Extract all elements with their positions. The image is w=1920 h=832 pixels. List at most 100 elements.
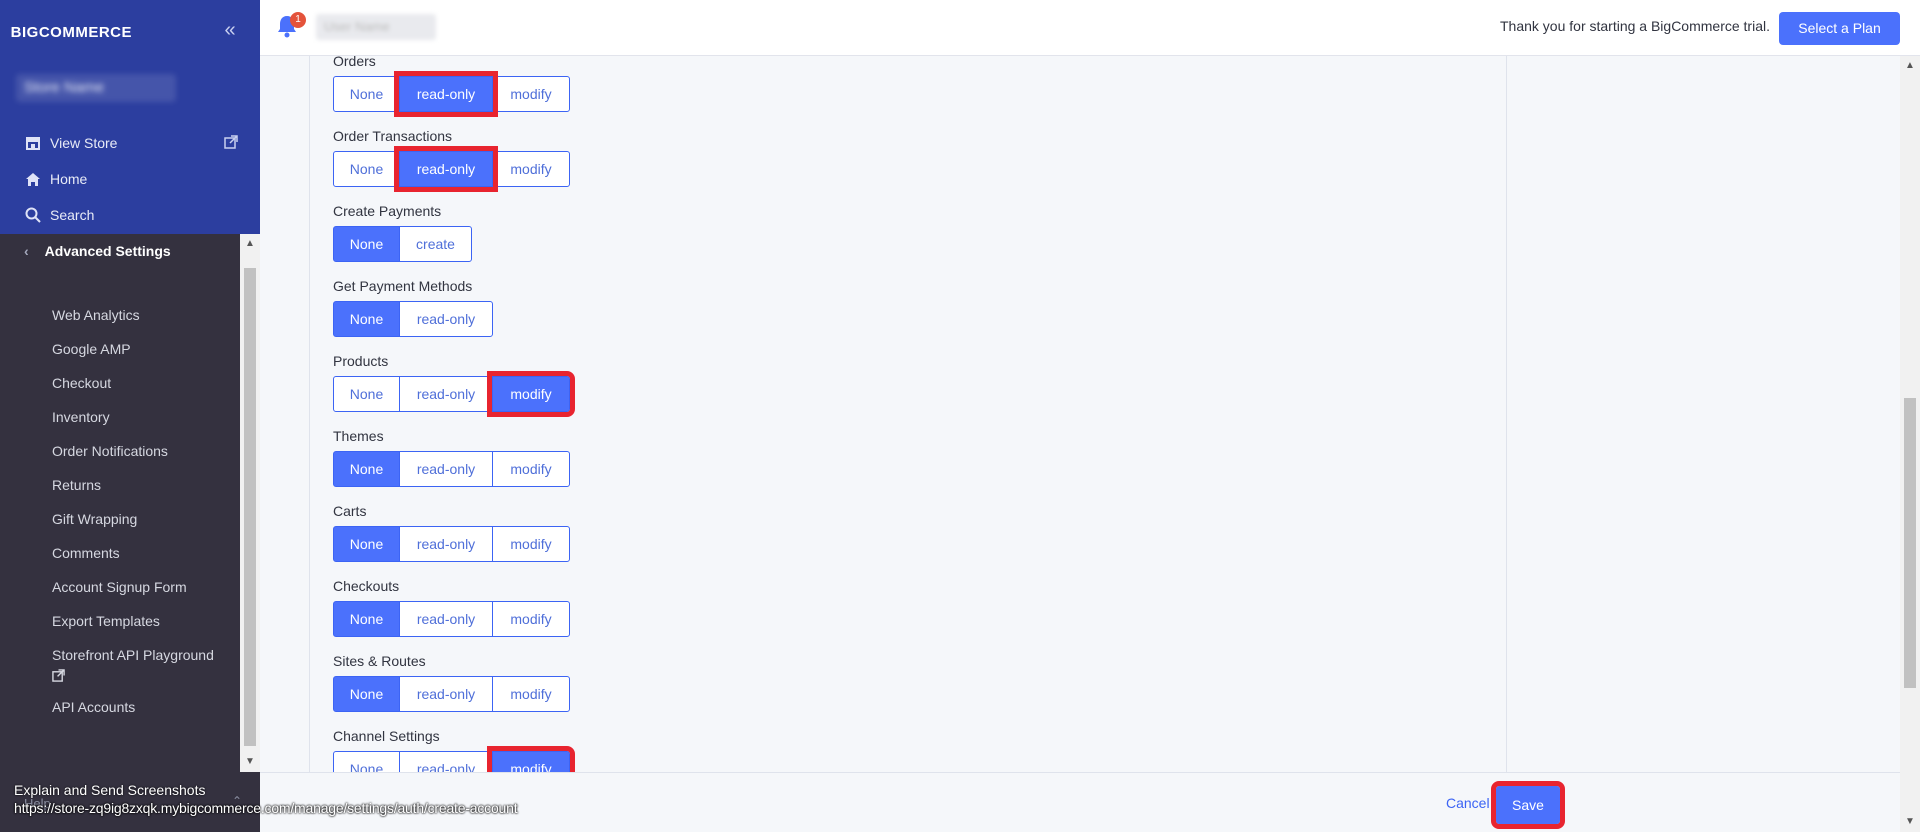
scrollbar-thumb[interactable] [244,268,256,746]
sidebar-item-gift-wrapping[interactable]: Gift Wrapping [52,510,242,528]
permission-options: None read-only modify [333,451,570,487]
option-none[interactable]: None [333,676,400,712]
permission-label: Carts [333,503,367,519]
permission-options: None read-only modify [333,371,575,417]
scroll-up-arrow-icon[interactable]: ▲ [1900,56,1920,76]
option-none[interactable]: None [333,226,400,262]
sidebar-item-comments[interactable]: Comments [52,544,242,562]
section-title: Advanced Settings [44,243,171,259]
option-read-only[interactable]: read-only [399,526,493,562]
permission-options: None create [333,226,472,262]
option-modify[interactable]: modify [492,151,570,187]
option-none[interactable]: None [333,301,400,337]
option-none[interactable]: None [333,376,400,412]
option-modify[interactable]: modify [492,76,570,112]
permission-order-transactions: Order Transactions None read-only modify [333,127,570,192]
option-modify[interactable]: modify [487,371,575,417]
option-none[interactable]: None [333,601,400,637]
sidebar-item-checkout[interactable]: Checkout [52,374,242,392]
permission-options: None read-only modify [333,676,570,712]
permission-label: Themes [333,428,384,444]
option-read-only[interactable]: read-only [399,676,493,712]
permission-label: Sites & Routes [333,653,426,669]
external-link-icon [52,668,66,683]
sidebar-item-view-store[interactable]: View Store [0,126,260,160]
save-button[interactable]: Save [1491,781,1565,829]
permission-label: Get Payment Methods [333,278,473,294]
collapse-sidebar-icon[interactable]: « [220,18,240,42]
sidebar-item-api-accounts[interactable]: API Accounts [52,698,242,716]
permission-label: Products [333,353,389,369]
storefront-icon [24,134,42,152]
sidebar-scrollbar[interactable]: ▲ ▼ [240,234,260,772]
notifications-bell-icon[interactable]: 1 [276,12,306,42]
scroll-down-arrow-icon[interactable]: ▼ [1900,812,1920,832]
trial-message: Thank you for starting a BigCommerce tri… [1500,18,1770,34]
permission-options: None read-only modify [333,146,570,192]
permission-label: Channel Settings [333,728,440,744]
permission-sites-routes: Sites & Routes None read-only modify [333,652,570,712]
main-content: Orders None read-only modify Order Trans… [260,56,1900,772]
logo-text: BIGCOMMERCE [10,23,132,41]
option-read-only[interactable]: read-only [399,301,493,337]
sidebar-header: BIGCOMMERCE « Store Name View Store Home… [0,0,260,234]
option-none[interactable]: None [333,751,400,772]
scroll-down-arrow-icon[interactable]: ▼ [240,752,260,772]
sidebar-item-account-signup-form[interactable]: Account Signup Form [52,578,242,596]
sidebar-item-storefront-api-playground[interactable]: Storefront API Playground [52,646,242,683]
scroll-up-arrow-icon[interactable]: ▲ [240,234,260,254]
top-bar: 1 User Name Thank you for starting a Big… [260,0,1920,56]
sidebar-item-search[interactable]: Search [0,198,260,232]
permission-get-payment-methods: Get Payment Methods None read-only [333,277,493,337]
option-modify[interactable]: modify [492,526,570,562]
notification-badge: 1 [290,12,306,28]
option-modify[interactable]: modify [492,451,570,487]
explain-screenshots-label: Explain and Send Screenshots [14,782,206,798]
sidebar-item-order-notifications[interactable]: Order Notifications [52,442,242,460]
select-plan-button[interactable]: Select a Plan [1779,12,1900,45]
chevron-left-icon: ‹ [24,243,29,259]
user-name: User Name [316,14,436,40]
sidebar: BIGCOMMERCE « Store Name View Store Home… [0,0,260,832]
option-read-only[interactable]: read-only [399,451,493,487]
option-modify[interactable]: modify [492,601,570,637]
option-none[interactable]: None [333,151,400,187]
right-column [1507,56,1900,772]
sidebar-item-web-analytics[interactable]: Web Analytics [52,306,242,324]
page-scrollbar[interactable]: ▲ ▼ [1900,56,1920,832]
option-modify[interactable]: modify [492,676,570,712]
option-none[interactable]: None [333,526,400,562]
scrollbar-thumb[interactable] [1904,398,1916,688]
bigcommerce-logo[interactable]: BIGCOMMERCE [10,18,132,46]
permission-options: None read-only [333,301,493,337]
option-read-only[interactable]: read-only [394,146,498,192]
permission-label: Create Payments [333,203,442,219]
sidebar-menu: ‹ Advanced Settings Web Analytics Google… [0,234,240,772]
option-read-only[interactable]: read-only [399,751,493,772]
option-read-only[interactable]: read-only [394,71,498,117]
cancel-button[interactable]: Cancel [1446,795,1490,811]
option-none[interactable]: None [333,76,400,112]
view-store-label: View Store [50,135,118,151]
sidebar-section-advanced-settings[interactable]: ‹ Advanced Settings [0,234,240,268]
sidebar-item-google-amp[interactable]: Google AMP [52,340,242,358]
sidebar-item-export-templates[interactable]: Export Templates [52,612,242,630]
permission-label: Orders [333,56,376,69]
option-read-only[interactable]: read-only [399,601,493,637]
sidebar-item-inventory[interactable]: Inventory [52,408,242,426]
permission-themes: Themes None read-only modify [333,427,570,487]
permission-label: Checkouts [333,578,400,594]
permission-label: Order Transactions [333,128,453,144]
store-name: Store Name [16,74,176,102]
option-none[interactable]: None [333,451,400,487]
permission-options: None read-only modify [333,746,575,772]
home-label: Home [50,171,88,187]
option-read-only[interactable]: read-only [399,376,493,412]
option-modify[interactable]: modify [487,746,575,772]
storefront-api-playground-label: Storefront API Playground [52,647,214,663]
permission-products: Products None read-only modify [333,352,575,417]
option-create[interactable]: create [399,226,472,262]
sidebar-item-home[interactable]: Home [0,162,260,196]
sidebar-item-returns[interactable]: Returns [52,476,242,494]
permission-create-payments: Create Payments None create [333,202,472,262]
